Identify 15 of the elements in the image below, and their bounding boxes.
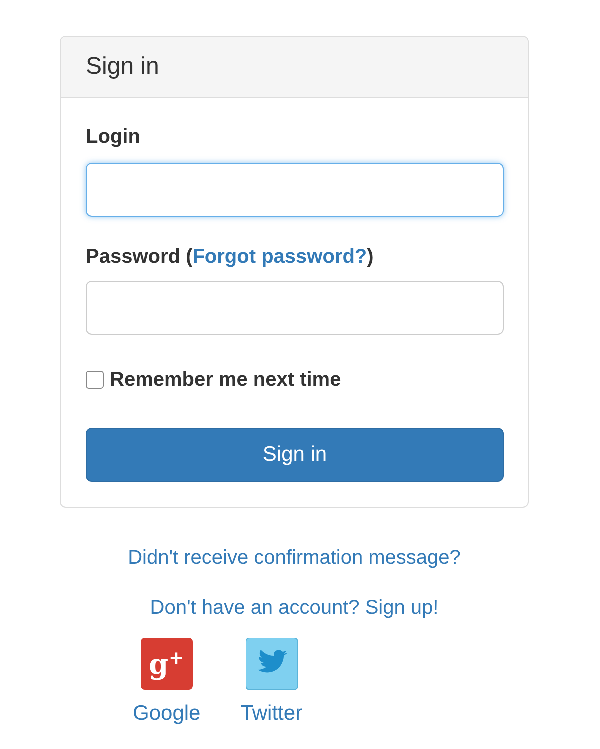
bird-icon[interactable] [246, 638, 298, 690]
password-field[interactable] [86, 281, 504, 335]
social-link[interactable]: Google [133, 702, 201, 726]
text-link[interactable]: Don't have an account? Sign up! [150, 596, 439, 620]
social-link[interactable]: Twitter [240, 702, 303, 726]
password-label: Password (Forgot password?) [86, 245, 375, 269]
sign-in-button[interactable]: Sign in [86, 428, 504, 482]
login-field[interactable] [86, 163, 504, 217]
login-label: Login [86, 125, 142, 149]
text-link[interactable]: Didn't receive confirmation message? [128, 546, 461, 570]
forgot-password-link[interactable]: Forgot password? [192, 246, 368, 268]
google-plus-icon[interactable]: g+ [140, 638, 193, 690]
remember-checkbox[interactable] [86, 371, 104, 389]
remember-label: Remember me next time [110, 368, 342, 393]
panel-title: Sign in [86, 52, 160, 82]
